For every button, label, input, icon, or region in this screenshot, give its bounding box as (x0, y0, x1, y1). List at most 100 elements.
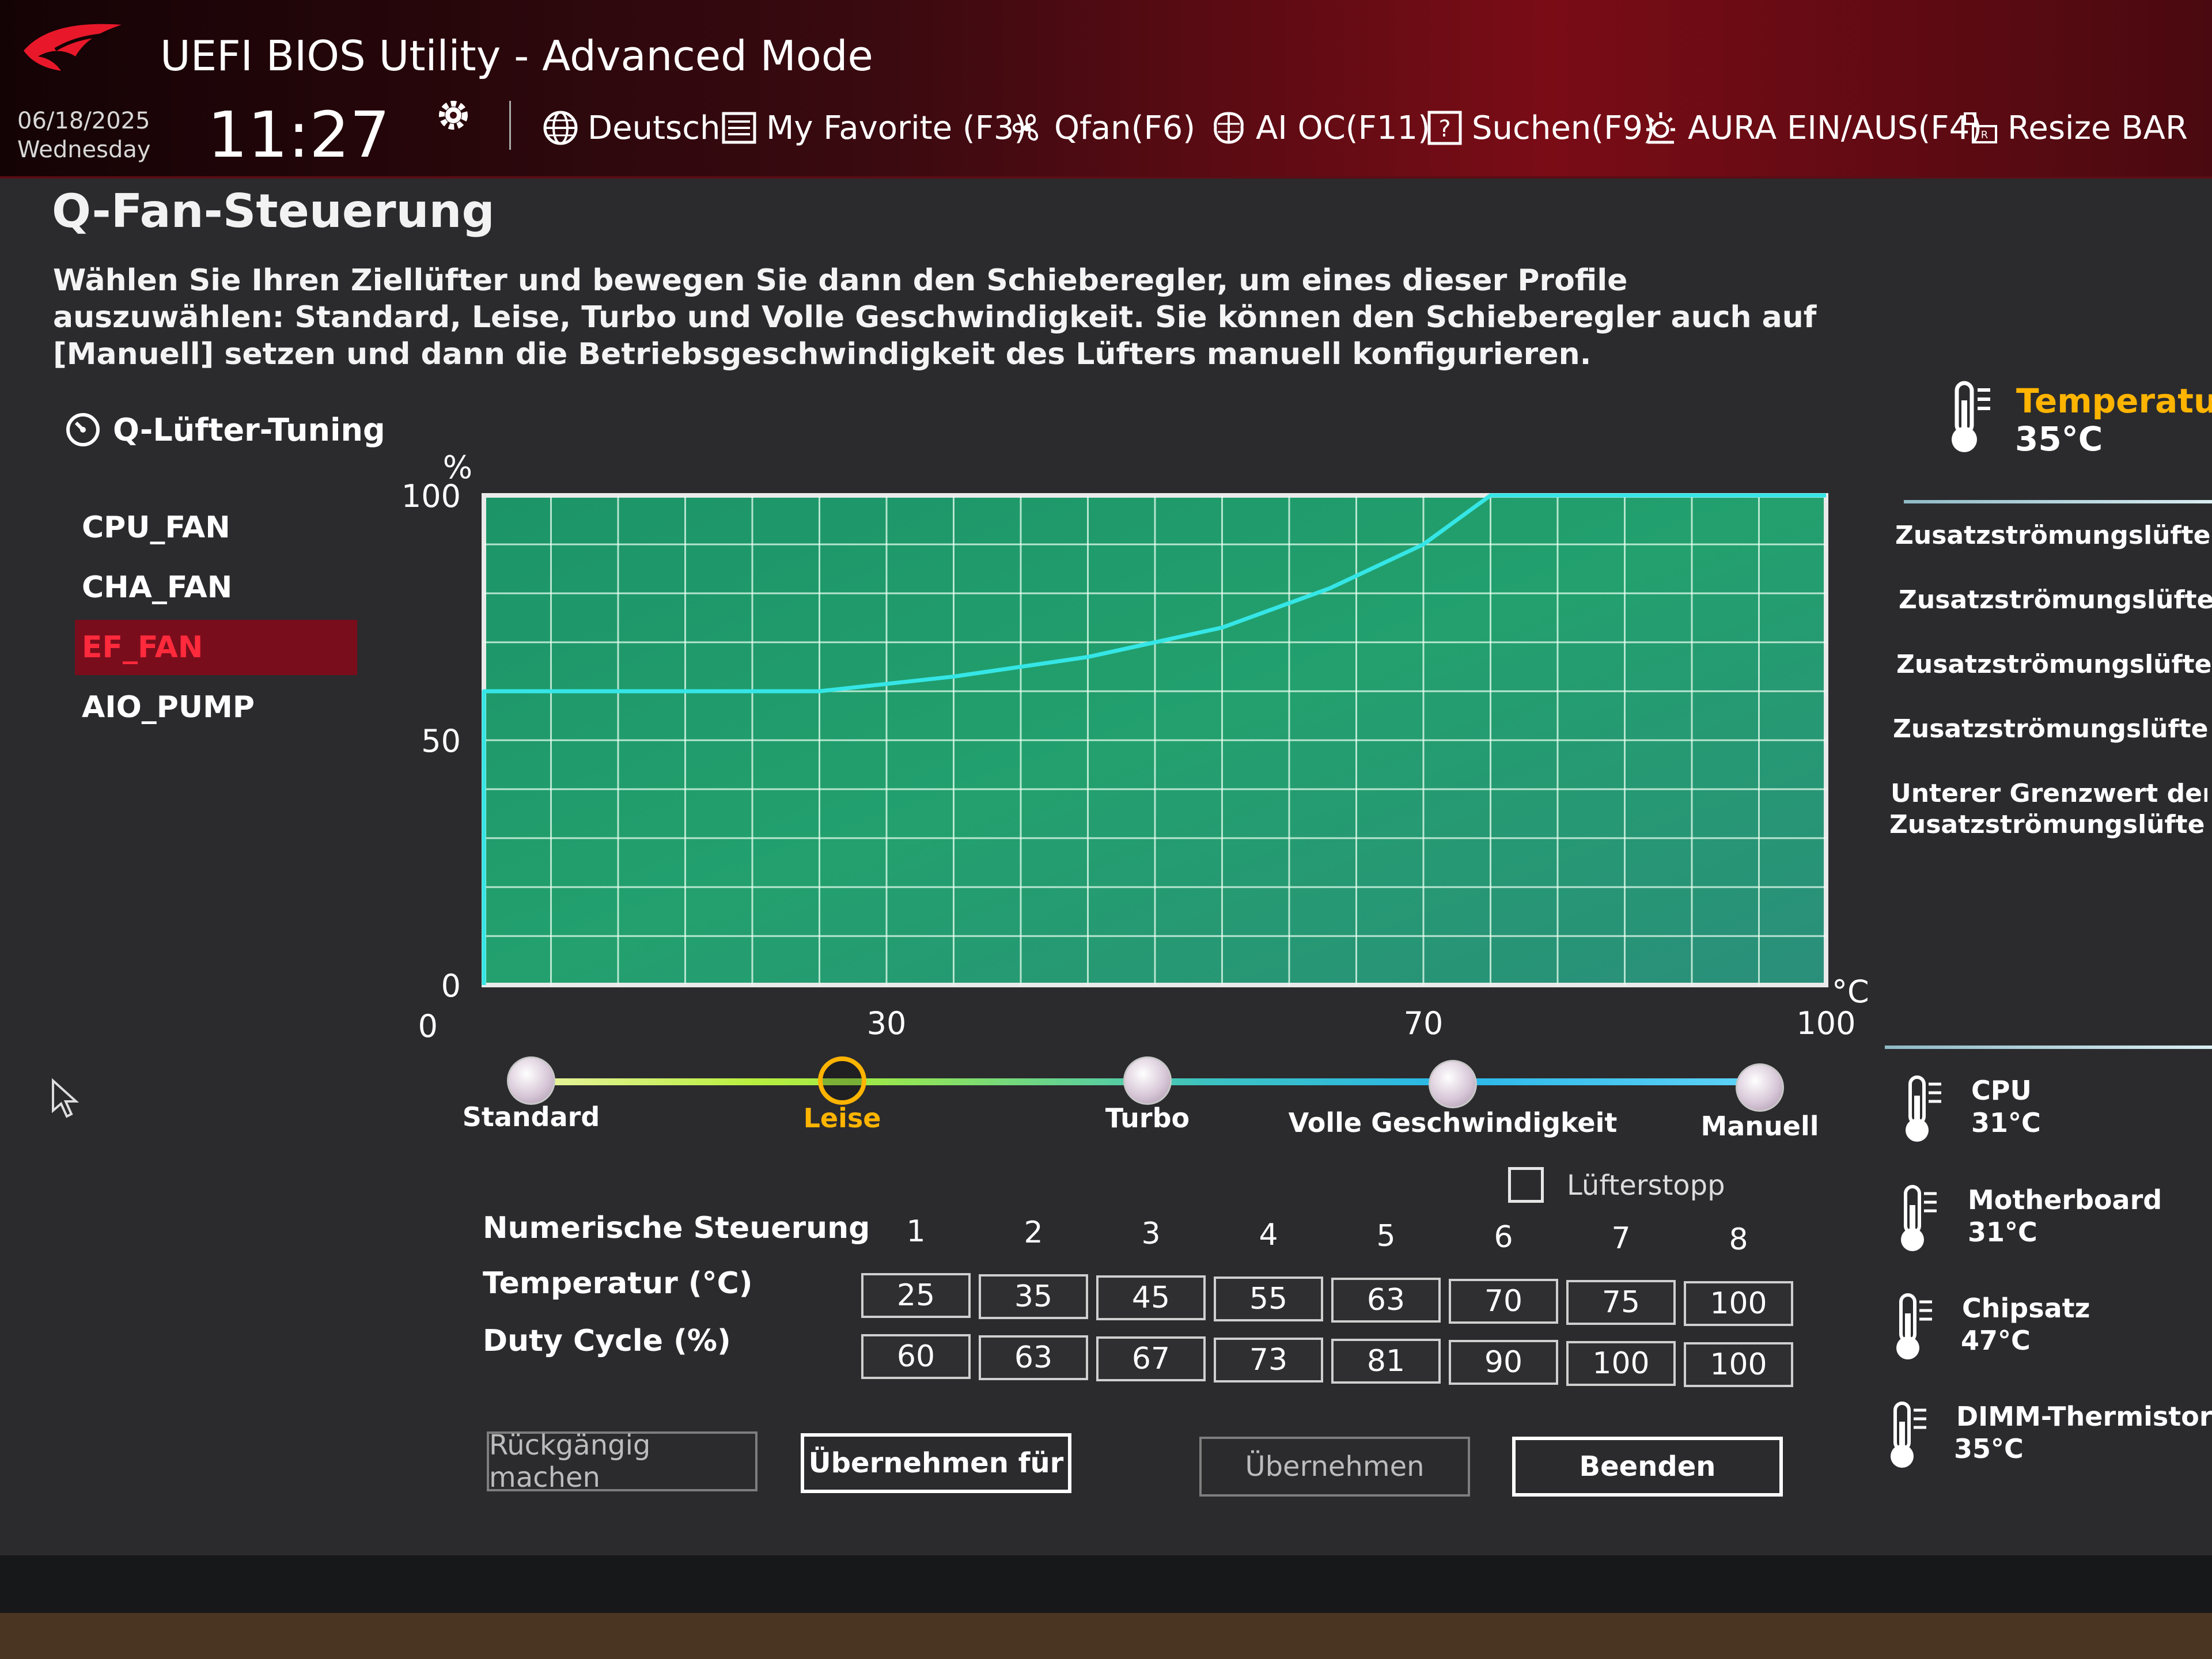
duty-cycle-cell[interactable]: 67 (1096, 1336, 1206, 1381)
sensor-name-motherboard: Motherboard (1968, 1184, 2162, 1215)
extra-fan-option[interactable]: Zusatzströmungslüfter Q-Lü (1899, 584, 2212, 616)
gauge-icon (66, 413, 100, 446)
origin-tick-label: 0 (418, 1008, 438, 1044)
profile-knob-volle-geschwindigkeit[interactable] (1429, 1060, 1477, 1108)
extra-fan-option[interactable]: Zusatzströmungslüfter Step (1896, 649, 2212, 681)
temperature-cell[interactable]: 25 (861, 1273, 971, 1318)
profile-knob-turbo[interactable] (1123, 1056, 1172, 1105)
sensor-value-cpu: 31°C (1971, 1107, 2041, 1138)
ai-oc-label: AI OC(F11) (1256, 109, 1430, 147)
resize-bar-button[interactable]: R Resize BAR (1961, 105, 2188, 151)
aura-toggle-button[interactable]: AURA EIN/AUS(F4) (1642, 105, 1982, 151)
numeric-control-title: Numerische Steuerung (483, 1211, 870, 1245)
x-tick-label: 100 (1796, 1005, 1855, 1041)
thermometer-icon (1896, 1293, 1932, 1359)
resize-bar-icon: R (1964, 112, 1997, 143)
thermometer-icon (1952, 381, 1990, 452)
language-button[interactable]: Deutsch (541, 105, 720, 151)
extra-fan-option[interactable]: Zusatzströmungslüfter-Gesch (1889, 809, 2206, 841)
point-header: 1 (906, 1214, 926, 1249)
thermometer-icon (1901, 1185, 1937, 1251)
clock: 11:27 (207, 98, 391, 172)
thermometer-icon (1906, 1075, 1941, 1142)
fan-item-cpu-fan[interactable]: CPU_FAN (75, 500, 357, 555)
duty-cycle-cell[interactable]: 100 (1566, 1341, 1676, 1386)
fan-stop-checkbox[interactable] (1508, 1167, 1544, 1203)
temperature-heading: Temperatur (2016, 381, 2212, 421)
fan-item-cha-fan[interactable]: CHA_FAN (75, 560, 357, 615)
fan-item-ef-fan[interactable]: EF_FAN (75, 620, 357, 675)
temperature-row-label: Temperatur (°C) (483, 1266, 753, 1301)
temperature-cell[interactable]: 75 (1566, 1280, 1676, 1325)
extra-fan-option[interactable]: Unterer Grenzwert der (1891, 778, 2207, 810)
duty-cycle-cell[interactable]: 100 (1684, 1342, 1793, 1387)
language-label: Deutsch (588, 109, 721, 147)
profile-label-turbo: Turbo (1105, 1103, 1190, 1134)
fan-curve-chart[interactable]: 100 50 0% 0 30 70 100 °C (402, 438, 1869, 1048)
right-divider (1885, 1046, 2212, 1049)
profile-knob-standard[interactable] (507, 1056, 555, 1105)
y-axis-label: % (443, 449, 472, 486)
q-fan-tuning-label: Q-Lüfter-Tuning (113, 411, 385, 448)
duty-cycle-cell[interactable]: 81 (1331, 1339, 1441, 1384)
qfan-label: Qfan(F6) (1054, 109, 1196, 147)
point-header: 2 (1024, 1215, 1043, 1250)
rog-logo-icon (24, 24, 122, 71)
gear-icon[interactable] (433, 95, 474, 135)
profile-label-leise: Leise (803, 1103, 881, 1134)
profile-label-standard: Standard (462, 1101, 600, 1132)
apply-for-button[interactable]: Übernehmen für (801, 1433, 1071, 1493)
aura-label: AURA EIN/AUS(F4) (1688, 109, 1983, 147)
y-tick-label: 0 (441, 968, 461, 1004)
temperature-cell[interactable]: 45 (1096, 1275, 1206, 1320)
q-fan-tuning-button[interactable]: Q-Lüfter-Tuning (63, 410, 385, 449)
sensor-name-dimm: DIMM-Thermistor (1956, 1401, 2212, 1432)
extra-fan-option[interactable]: Zusatzströmungslüfter Q-Lü (1895, 520, 2212, 552)
search-label: Suchen(F9) (1472, 109, 1656, 147)
my-favorite-button[interactable]: My Favorite (F3) (720, 105, 1027, 151)
ai-oc-button[interactable]: AI OC(F11) (1210, 105, 1430, 151)
ai-chip-icon (1214, 112, 1244, 144)
weekday-text: Wednesday (17, 137, 151, 163)
duty-cycle-cell[interactable]: 90 (1449, 1340, 1558, 1385)
x-tick-label: 70 (1404, 1005, 1444, 1041)
point-header: 3 (1141, 1217, 1161, 1251)
bios-screen: UEFI BIOS Utility - Advanced Mode 06/18/… (0, 0, 2212, 1555)
qfan-button[interactable]: Qfan(F6) (1008, 105, 1195, 151)
apply-button[interactable]: Übernehmen (1199, 1437, 1470, 1497)
x-axis-label: °C (1832, 974, 1869, 1010)
extra-fan-option[interactable]: Zusatzströmungslüfter Step (1893, 713, 2210, 745)
duty-cycle-cell[interactable]: 60 (861, 1334, 971, 1379)
point-header: 8 (1729, 1222, 1748, 1257)
temperature-cell[interactable]: 70 (1449, 1279, 1558, 1324)
point-header: 4 (1259, 1218, 1278, 1252)
fan-icon (1012, 114, 1039, 141)
fan-curve-svg[interactable]: 100500%0 30 70 100°C (402, 438, 1869, 1048)
temperature-cell[interactable]: 63 (1331, 1278, 1441, 1323)
sensor-name-chipset: Chipsatz (1962, 1293, 2090, 1324)
duty-cycle-cell[interactable]: 63 (979, 1335, 1088, 1380)
x-tick-label: 30 (867, 1005, 907, 1041)
favorite-list-icon (722, 112, 756, 144)
profile-label-volle-geschwindigkeit: Volle Geschwindigkeit (1288, 1107, 1618, 1138)
profile-knob-manuell[interactable] (1736, 1063, 1784, 1112)
exit-button[interactable]: Beenden (1512, 1437, 1783, 1497)
temperature-cell[interactable]: 55 (1214, 1277, 1323, 1321)
svg-text:?: ? (1438, 116, 1450, 142)
undo-button[interactable]: Rückgängig machen (487, 1429, 757, 1494)
profile-label-manuell: Manuell (1700, 1111, 1819, 1142)
search-button[interactable]: ? Suchen(F9) (1426, 105, 1656, 151)
y-tick-label: 50 (421, 723, 461, 759)
profile-knob-leise[interactable] (818, 1056, 866, 1105)
temperature-heading-value: 35°C (2015, 419, 2103, 459)
date-display: 06/18/2025 Wednesday (17, 107, 151, 164)
sensor-value-chipset: 47°C (1961, 1325, 2031, 1356)
temperature-cell[interactable]: 100 (1684, 1281, 1793, 1326)
sensor-value-motherboard: 31°C (1968, 1217, 2037, 1248)
duty-cycle-cell[interactable]: 73 (1214, 1338, 1323, 1382)
fan-item-aio-pump[interactable]: AIO_PUMP (75, 680, 357, 735)
app-title: UEFI BIOS Utility - Advanced Mode (160, 32, 873, 80)
page-description: Wählen Sie Ihren Ziellüfter und bewegen … (53, 263, 1817, 372)
page-title: Q-Fan-Steuerung (52, 184, 495, 238)
temperature-cell[interactable]: 35 (979, 1274, 1088, 1319)
